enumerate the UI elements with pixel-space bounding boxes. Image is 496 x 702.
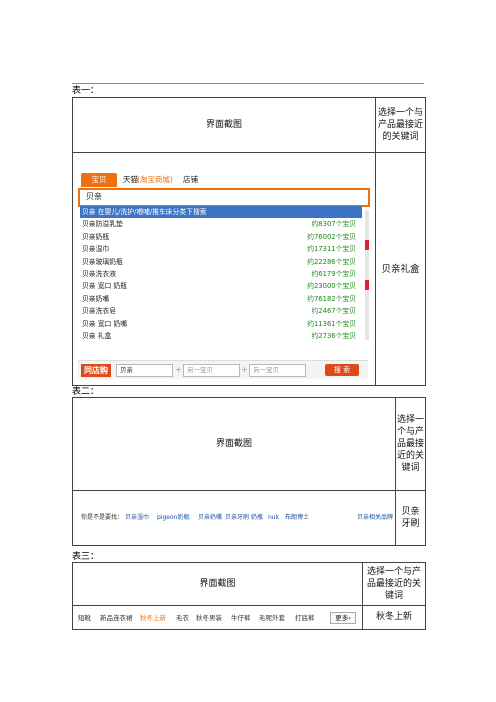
tab-shop[interactable]: 店铺 <box>183 173 198 187</box>
compare-input-3[interactable]: 另一宝贝 <box>249 364 306 377</box>
related-link[interactable]: 布朗博士 <box>285 513 309 523</box>
search-query: 贝亲 <box>86 192 102 201</box>
suggestion-item[interactable]: 贝亲 在婴儿/洗护/喂哺/推车床分类下搜索 <box>80 206 362 219</box>
compare-input-2[interactable]: 另一宝贝 <box>183 364 240 377</box>
suggestion-item[interactable]: 贝亲防溢乳垫 约8307个宝贝 <box>80 218 362 230</box>
suggestion-item[interactable]: 贝亲洗衣液 约6179个宝贝 <box>80 268 362 280</box>
taobao-search-screenshot: 宝贝 天猫 (淘宝商城) 店铺 贝亲 贝亲 在婴儿/洗护/喂哺/推车床分类下搜索… <box>75 170 371 382</box>
related-link[interactable]: 贝亲牙刷 <box>225 513 249 523</box>
more-label: 更多 <box>335 614 349 622</box>
suggestion-item[interactable]: 贝亲洗衣皂 约2467个宝贝 <box>80 305 362 317</box>
suggestion-item[interactable]: 贝亲 宽口 奶嘴 约11361个宝贝 <box>80 318 362 330</box>
side-strip <box>365 210 369 340</box>
tab-tmall-sub: (淘宝商城) <box>137 175 173 184</box>
suggestion-item[interactable]: 贝亲 礼盒 约2736个宝贝 <box>80 330 362 342</box>
related-link[interactable]: nuk <box>268 513 279 523</box>
related-link[interactable]: 奶瓶 <box>251 513 263 523</box>
table-1-header-keyword: 选择一个与产品最接近的关键词 <box>375 97 426 153</box>
suggestion-item[interactable]: 贝亲奶嘴 约76182个宝贝 <box>80 293 362 305</box>
table-3-label: 表三： <box>72 552 100 562</box>
hot-keyword-selected[interactable]: 秋冬上新 <box>140 612 166 624</box>
search-input[interactable]: 贝亲 <box>78 188 370 207</box>
tab-tmall[interactable]: 天猫 <box>123 173 138 187</box>
more-button[interactable]: 更多› <box>330 612 356 624</box>
related-lead: 你是不是要找： <box>81 514 124 521</box>
suggestion-item[interactable]: 贝亲玻璃奶瓶 约22286个宝贝 <box>80 256 362 268</box>
search-button[interactable]: 搜 索 <box>325 364 359 376</box>
suggestion-item[interactable]: 贝亲奶瓶 约76002个宝贝 <box>80 231 362 243</box>
hot-keyword[interactable]: 打底裤 <box>295 612 315 624</box>
search-tabs: 宝贝 天猫 (淘宝商城) 店铺 <box>75 170 371 188</box>
suggestion-list: 贝亲 在婴儿/洗护/喂哺/推车床分类下搜索 贝亲防溢乳垫 约8307个宝贝 贝亲奶… <box>80 206 362 342</box>
suggestion-item[interactable]: 贝亲湿巾 约17311个宝贝 <box>80 243 362 255</box>
suggestion-item[interactable]: 贝亲 宽口 奶瓶 约23000个宝贝 <box>80 280 362 292</box>
plus-icon: + <box>175 365 182 374</box>
table-1-answer: 贝亲礼盒 <box>375 152 426 386</box>
hot-keyword[interactable]: 毛衣 <box>176 612 189 624</box>
table-2-header-keyword: 选择一个与产品最接近的关键词 <box>395 397 426 491</box>
hot-keyword[interactable]: 新品连衣裙 <box>100 612 133 624</box>
hot-keyword[interactable]: 短靴 <box>78 612 91 624</box>
related-link[interactable]: 贝亲湿巾 <box>125 513 149 523</box>
table-2-header-screenshot: 界面截图 <box>72 397 396 491</box>
tongdiangou-logo: 同店购 <box>81 364 111 377</box>
hot-keyword[interactable]: 秋冬男装 <box>196 612 222 624</box>
compare-input-1[interactable]: 贝亲 <box>116 364 173 377</box>
table-1-header-screenshot: 界面截图 <box>72 97 376 153</box>
top-rule <box>72 83 424 84</box>
table-3-header-screenshot: 界面截图 <box>72 562 363 606</box>
hot-keyword[interactable]: 毛呢外套 <box>259 612 285 624</box>
table-3-answer: 秋冬上新 <box>362 605 426 630</box>
related-brand-link[interactable]: 贝亲相关品牌 <box>357 513 393 523</box>
tab-baobei[interactable]: 宝贝 <box>81 173 117 187</box>
table-2-answer: 贝亲牙刷 <box>395 490 426 546</box>
related-link[interactable]: 贝亲奶嘴 <box>198 513 222 523</box>
table-3-header-keyword: 选择一个与产品最接近的关键词 <box>362 562 426 606</box>
table-1-label: 表一： <box>72 86 100 96</box>
related-search-screenshot: 你是不是要找： 贝亲湿巾 pigeon奶瓶 贝亲奶嘴 贝亲牙刷 奶瓶 nuk 布… <box>75 503 393 535</box>
related-link[interactable]: pigeon奶瓶 <box>157 513 189 523</box>
compare-search-bar: 同店购 贝亲 + 另一宝贝 + 另一宝贝 搜 索 <box>78 360 368 379</box>
table-2-label: 表二： <box>72 387 100 397</box>
hot-keyword-screenshot: 短靴 新品连衣裙 秋冬上新 毛衣 秋冬男装 牛仔裤 毛呢外套 打底裤 更多› <box>75 610 357 626</box>
hot-keyword[interactable]: 牛仔裤 <box>231 612 251 624</box>
plus-icon: + <box>241 365 248 374</box>
